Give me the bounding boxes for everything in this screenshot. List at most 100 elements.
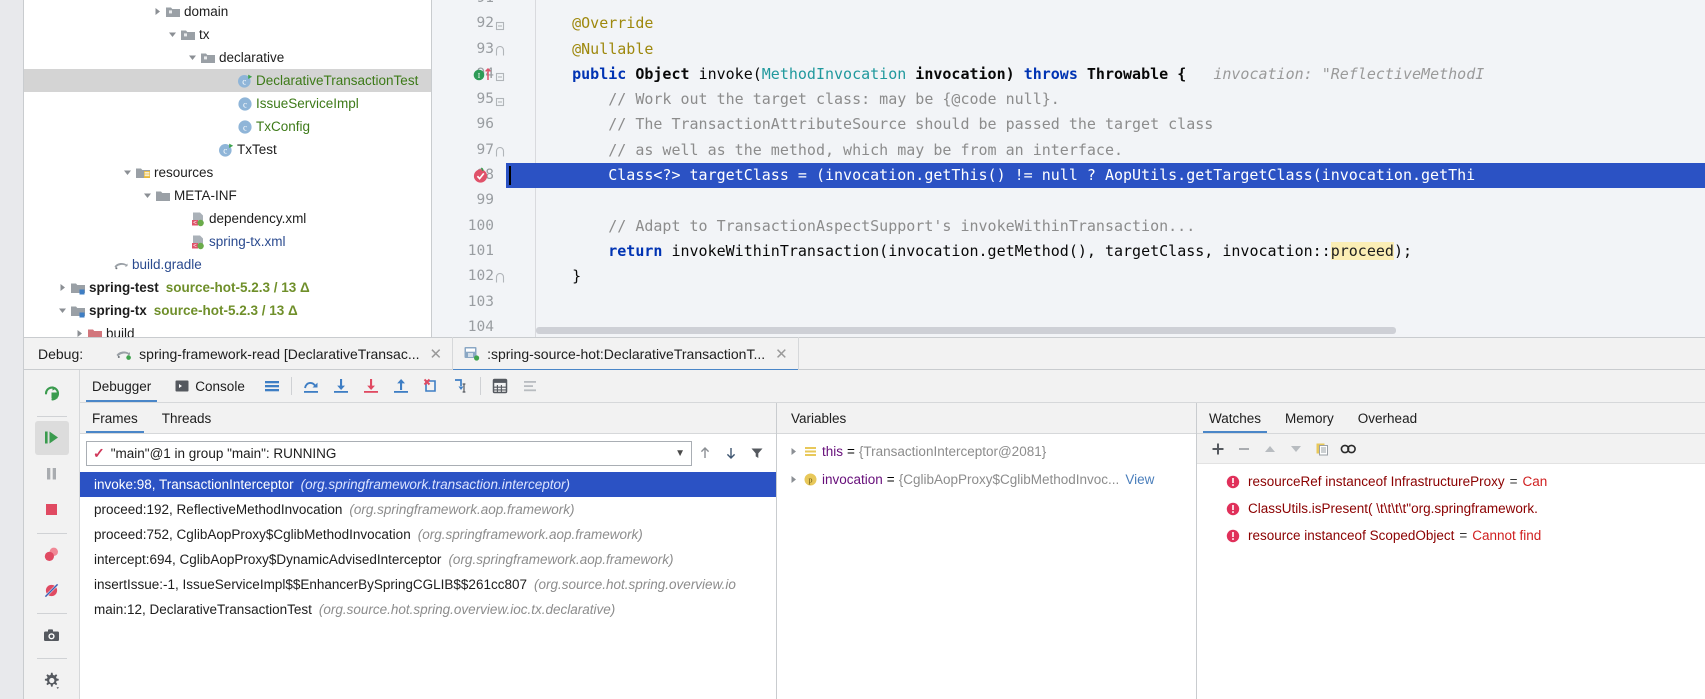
chevron-down-icon[interactable] [141, 190, 154, 201]
debug-run-tab[interactable]: spring-framework-read [DeclarativeTransa… [105, 337, 452, 370]
watch-row[interactable]: ClassUtils.isPresent( \t\t\t\t"org.sprin… [1197, 495, 1705, 522]
frame-down-icon[interactable] [718, 440, 744, 466]
chevron-right-icon[interactable] [785, 475, 801, 484]
thread-selector[interactable]: ✓ "main"@1 in group "main": RUNNING ▼ [86, 440, 692, 466]
chevron-right-icon[interactable] [73, 328, 86, 337]
close-icon[interactable]: ✕ [775, 345, 788, 363]
frame-row[interactable]: invoke:98, TransactionInterceptor (org.sp… [80, 472, 776, 497]
code-editor[interactable]: 9192 @Override93 @Nullable94I public Obj… [432, 0, 1705, 337]
copy-watch-icon[interactable] [1309, 436, 1335, 462]
frame-row[interactable]: main:12, DeclarativeTransactionTest (org.… [80, 597, 776, 622]
chevron-down-icon[interactable]: ▼ [675, 448, 685, 459]
frame-row[interactable]: proceed:752, CglibAopProxy$CglibMethodIn… [80, 522, 776, 547]
code-line-97[interactable]: 97 // as well as the method, which may b… [432, 138, 1705, 163]
rerun-icon[interactable] [35, 376, 69, 410]
tree-item-declarative[interactable]: declarative [24, 46, 431, 69]
code-line-94[interactable]: 94 I public Object invoke(MethodInvocatio… [432, 62, 1705, 87]
debug-run-tab[interactable]: :spring-source-hot:DeclarativeTransactio… [453, 337, 798, 371]
filter-frames-icon[interactable] [744, 440, 770, 466]
code-line-103[interactable]: 103 [432, 290, 1705, 315]
chevron-down-icon[interactable] [121, 167, 134, 178]
chevron-right-icon[interactable] [151, 6, 164, 17]
close-icon[interactable]: ✕ [430, 345, 443, 363]
watch-row[interactable]: resource instanceof ScopedObject = Cannot … [1197, 522, 1705, 549]
frame-up-icon[interactable] [692, 440, 718, 466]
code-line-99[interactable]: 99 [432, 188, 1705, 213]
code-line-100[interactable]: 100 // Adapt to TransactionAspectSupport… [432, 214, 1705, 239]
variable-row[interactable]: p invocation = {CglibAopProxy$CglibMethodIn… [777, 465, 1196, 493]
editor-horizontal-scrollbar[interactable] [536, 327, 1396, 334]
variables-list[interactable]: this = {TransactionInterceptor@2081} p invoc… [777, 434, 1196, 699]
chevron-right-icon[interactable] [785, 447, 801, 456]
tab-debugger[interactable]: Debugger [80, 370, 163, 402]
view-breakpoints-icon[interactable] [35, 538, 69, 572]
run-to-cursor-icon[interactable] [446, 371, 476, 401]
tree-item-domain[interactable]: domain [24, 0, 431, 23]
tree-item-spring-test[interactable]: spring-test source-hot-5.2.3 / 13 Δ [24, 276, 431, 299]
chevron-down-icon[interactable] [186, 52, 199, 63]
pause-program-icon[interactable] [35, 457, 69, 491]
stop-icon[interactable] [35, 493, 69, 527]
step-into-icon[interactable] [326, 371, 356, 401]
show-execution-point-icon[interactable] [257, 371, 287, 401]
tree-item-build-gradle[interactable]: build.gradle [24, 253, 431, 276]
evaluate-expression-icon[interactable] [485, 371, 515, 401]
inline-watches-icon[interactable] [1335, 436, 1361, 462]
code-line-95[interactable]: 95 // Work out the target class: may be … [432, 87, 1705, 112]
watches-toolbar[interactable] [1197, 434, 1705, 464]
tab-frames[interactable]: Frames [80, 403, 150, 433]
chevron-right-icon[interactable] [56, 282, 69, 293]
debug-actions-toolbar[interactable] [24, 370, 80, 699]
code-lines[interactable]: 9192 @Override93 @Nullable94I public Obj… [432, 0, 1705, 335]
frame-row[interactable]: insertIssue:-1, IssueServiceImpl$$Enhanc… [80, 572, 776, 597]
tree-item-resources[interactable]: resources [24, 161, 431, 184]
tree-item-txtest[interactable]: c TxTest [24, 138, 431, 161]
frame-row[interactable]: proceed:192, ReflectiveMethodInvocation (… [80, 497, 776, 522]
frames-pane-tabs[interactable]: Frames Threads [80, 403, 776, 434]
code-line-91[interactable]: 91 [432, 0, 1705, 11]
code-line-98[interactable]: 98 Class<?> targetClass = (invocation.ge… [432, 163, 1705, 189]
step-over-icon[interactable] [296, 371, 326, 401]
trace-current-stream-icon[interactable] [515, 371, 545, 401]
frames-list[interactable]: invoke:98, TransactionInterceptor (org.sp… [80, 472, 776, 699]
screenshot-icon[interactable] [35, 618, 69, 652]
remove-watch-icon[interactable] [1231, 436, 1257, 462]
force-step-into-icon[interactable] [356, 371, 386, 401]
step-out-icon[interactable] [386, 371, 416, 401]
tree-item-tx[interactable]: tx [24, 23, 431, 46]
tab-memory[interactable]: Memory [1273, 403, 1346, 433]
tree-item-txconfig[interactable]: c TxConfig [24, 115, 431, 138]
tab-watches[interactable]: Watches [1197, 403, 1273, 433]
tab-overhead[interactable]: Overhead [1346, 403, 1429, 433]
watches-list[interactable]: resourceRef instanceof InfrastructurePro… [1197, 464, 1705, 699]
tree-item-issueserviceimpl[interactable]: c IssueServiceImpl [24, 92, 431, 115]
add-watch-icon[interactable] [1205, 436, 1231, 462]
variable-view-link[interactable]: View [1125, 472, 1154, 487]
tree-item-build[interactable]: build [24, 322, 431, 337]
tree-item-declarativetransactiontest[interactable]: c DeclarativeTransactionTest [24, 69, 431, 92]
thread-selector-row[interactable]: ✓ "main"@1 in group "main": RUNNING ▼ [80, 434, 776, 472]
code-line-93[interactable]: 93 @Nullable [432, 37, 1705, 62]
watch-row[interactable]: resourceRef instanceof InfrastructurePro… [1197, 468, 1705, 495]
chevron-down-icon[interactable] [166, 29, 179, 40]
variable-row[interactable]: this = {TransactionInterceptor@2081} [777, 437, 1196, 465]
watches-pane-tabs[interactable]: Watches Memory Overhead [1197, 403, 1705, 434]
tree-item-spring-tx-xml[interactable]: < spring-tx.xml [24, 230, 431, 253]
mute-breakpoints-icon[interactable] [35, 573, 69, 607]
project-tree-panel[interactable]: domain tx declarative c DeclarativeTransacti… [24, 0, 432, 337]
tree-item-dependency-xml[interactable]: < dependency.xml [24, 207, 431, 230]
code-line-96[interactable]: 96 // The TransactionAttributeSource sho… [432, 112, 1705, 137]
tab-threads[interactable]: Threads [150, 403, 224, 433]
tree-item-spring-tx[interactable]: spring-tx source-hot-5.2.3 / 13 Δ [24, 299, 431, 322]
tab-console[interactable]: Console [163, 370, 257, 402]
resume-program-icon[interactable] [34, 420, 69, 455]
tree-item-meta-inf[interactable]: META-INF [24, 184, 431, 207]
move-watch-down-icon[interactable] [1283, 436, 1309, 462]
settings-icon[interactable] [35, 663, 69, 697]
drop-frame-icon[interactable] [416, 371, 446, 401]
frame-row[interactable]: intercept:694, CglibAopProxy$DynamicAdvi… [80, 547, 776, 572]
chevron-down-icon[interactable] [56, 305, 69, 316]
code-line-102[interactable]: 102 } [432, 264, 1705, 289]
code-line-101[interactable]: 101 return invokeWithinTransaction(invoc… [432, 239, 1705, 264]
code-line-92[interactable]: 92 @Override [432, 11, 1705, 36]
